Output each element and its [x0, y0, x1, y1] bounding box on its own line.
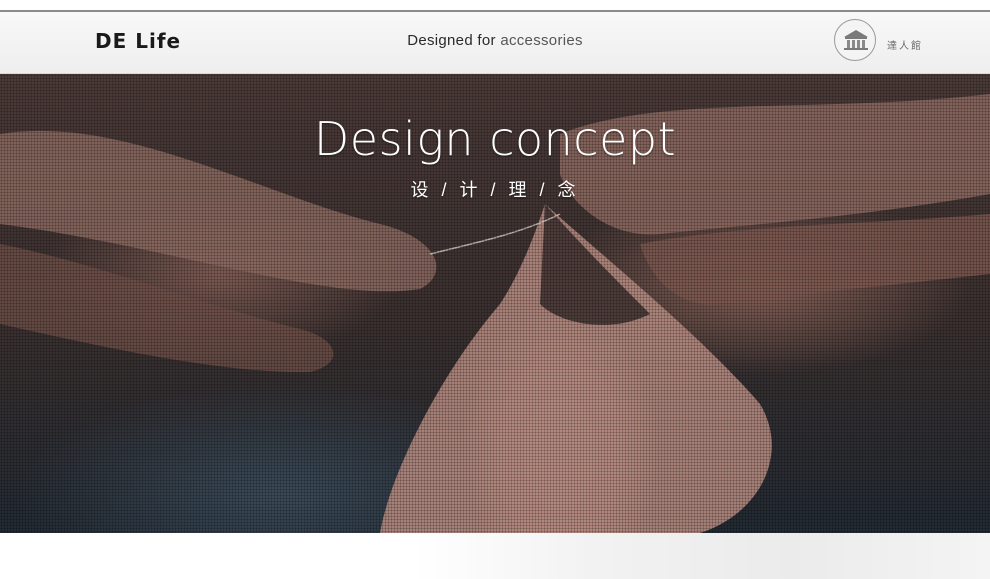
site-header: DE Life Designed for accessories 達人館 [0, 12, 990, 74]
tagline-accent: accessories [500, 32, 583, 49]
hero-banner: Design concept 设 / 计 / 理 / 念 [0, 74, 990, 533]
content-strip [0, 533, 990, 579]
hero-subtitle: 设 / 计 / 理 / 念 [410, 180, 580, 200]
hero-title: Design concept [313, 112, 677, 166]
building-seal-icon[interactable] [834, 19, 876, 61]
tagline-main: Designed for [407, 32, 496, 49]
badge-label: 達人館 [887, 41, 923, 52]
